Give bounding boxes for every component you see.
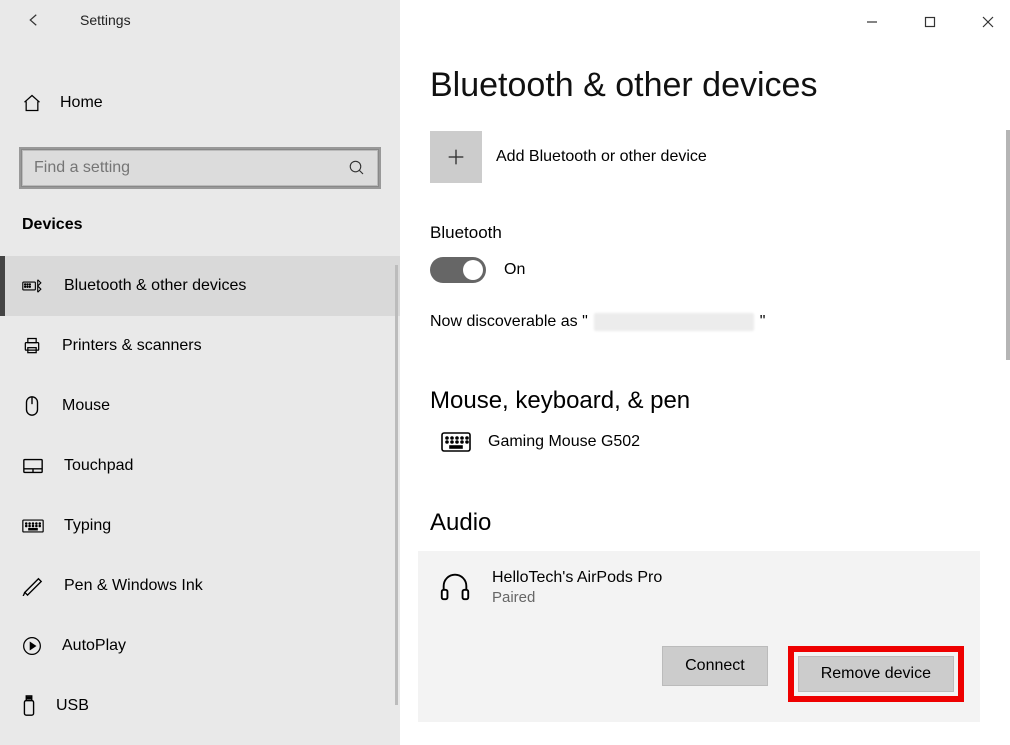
search-input[interactable] xyxy=(34,159,348,177)
devices-icon xyxy=(22,277,44,295)
sidebar-item-label: Mouse xyxy=(62,397,110,415)
remove-device-highlight: Remove device xyxy=(788,646,964,702)
usb-icon xyxy=(22,695,36,717)
keyboard-icon xyxy=(22,518,44,534)
audio-device-card[interactable]: HelloTech's AirPods Pro Paired Connect R… xyxy=(418,551,980,722)
titlebar: Settings xyxy=(0,0,400,40)
sidebar-item-touchpad[interactable]: Touchpad xyxy=(0,436,400,496)
page-title: Bluetooth & other devices xyxy=(430,66,1010,105)
sidebar-item-autoplay[interactable]: AutoPlay xyxy=(0,616,400,676)
pen-icon xyxy=(22,576,44,596)
autoplay-icon xyxy=(22,636,42,656)
sidebar-item-label: AutoPlay xyxy=(62,637,126,655)
sidebar-item-pen[interactable]: Pen & Windows Ink xyxy=(0,556,400,616)
add-device-label: Add Bluetooth or other device xyxy=(496,148,707,166)
device-name-redacted xyxy=(594,313,754,331)
audio-device-status: Paired xyxy=(492,589,662,606)
mouse-icon xyxy=(22,395,42,417)
headphones-icon xyxy=(438,569,478,603)
discoverable-text: Now discoverable as " " xyxy=(430,313,1010,331)
window-title: Settings xyxy=(80,12,131,28)
sidebar-item-label: Printers & scanners xyxy=(62,337,202,355)
main-content: Bluetooth & other devices Add Bluetooth … xyxy=(400,0,1010,745)
home-icon xyxy=(22,93,42,113)
keyboard-device-icon xyxy=(436,431,476,453)
connect-button[interactable]: Connect xyxy=(662,646,768,686)
window-controls xyxy=(860,10,1000,34)
sidebar-nav-list: Bluetooth & other devices Printers & sca… xyxy=(0,256,400,736)
remove-device-button[interactable]: Remove device xyxy=(798,656,954,692)
section-audio: Audio xyxy=(430,509,1010,537)
printer-icon xyxy=(22,336,42,356)
search-icon xyxy=(348,159,366,177)
discoverable-suffix: " xyxy=(760,313,766,331)
add-device-button[interactable]: Add Bluetooth or other device xyxy=(430,131,1010,183)
sidebar-item-label: Pen & Windows Ink xyxy=(64,577,203,595)
section-mouse-keyboard-pen: Mouse, keyboard, & pen xyxy=(430,387,1010,415)
toggle-state-label: On xyxy=(504,261,525,279)
sidebar-section-devices: Devices xyxy=(22,216,400,234)
search-box[interactable] xyxy=(20,148,380,188)
back-button[interactable] xyxy=(22,8,46,32)
sidebar-scrollbar[interactable] xyxy=(395,265,398,705)
sidebar-item-label: USB xyxy=(56,697,89,715)
home-nav[interactable]: Home xyxy=(0,80,400,126)
home-label: Home xyxy=(60,94,103,112)
sidebar-item-bluetooth-devices[interactable]: Bluetooth & other devices xyxy=(0,256,400,316)
sidebar-item-label: Bluetooth & other devices xyxy=(64,277,246,295)
touchpad-icon xyxy=(22,457,44,475)
sidebar-item-label: Typing xyxy=(64,517,111,535)
sidebar: Settings Home Devices xyxy=(0,0,400,745)
minimize-button[interactable] xyxy=(860,10,884,34)
sidebar-item-usb[interactable]: USB xyxy=(0,676,400,736)
close-button[interactable] xyxy=(976,10,1000,34)
discoverable-prefix: Now discoverable as " xyxy=(430,313,588,331)
main-scrollbar[interactable] xyxy=(1006,130,1010,360)
sidebar-item-mouse[interactable]: Mouse xyxy=(0,376,400,436)
sidebar-item-label: Touchpad xyxy=(64,457,133,475)
maximize-button[interactable] xyxy=(918,10,942,34)
device-name: Gaming Mouse G502 xyxy=(488,433,640,451)
sidebar-item-printers[interactable]: Printers & scanners xyxy=(0,316,400,376)
bluetooth-label: Bluetooth xyxy=(430,223,1010,243)
sidebar-item-typing[interactable]: Typing xyxy=(0,496,400,556)
plus-icon xyxy=(430,131,482,183)
device-row-mouse[interactable]: Gaming Mouse G502 xyxy=(436,431,1010,453)
bluetooth-toggle[interactable] xyxy=(430,257,486,283)
audio-device-name: HelloTech's AirPods Pro xyxy=(492,569,662,587)
